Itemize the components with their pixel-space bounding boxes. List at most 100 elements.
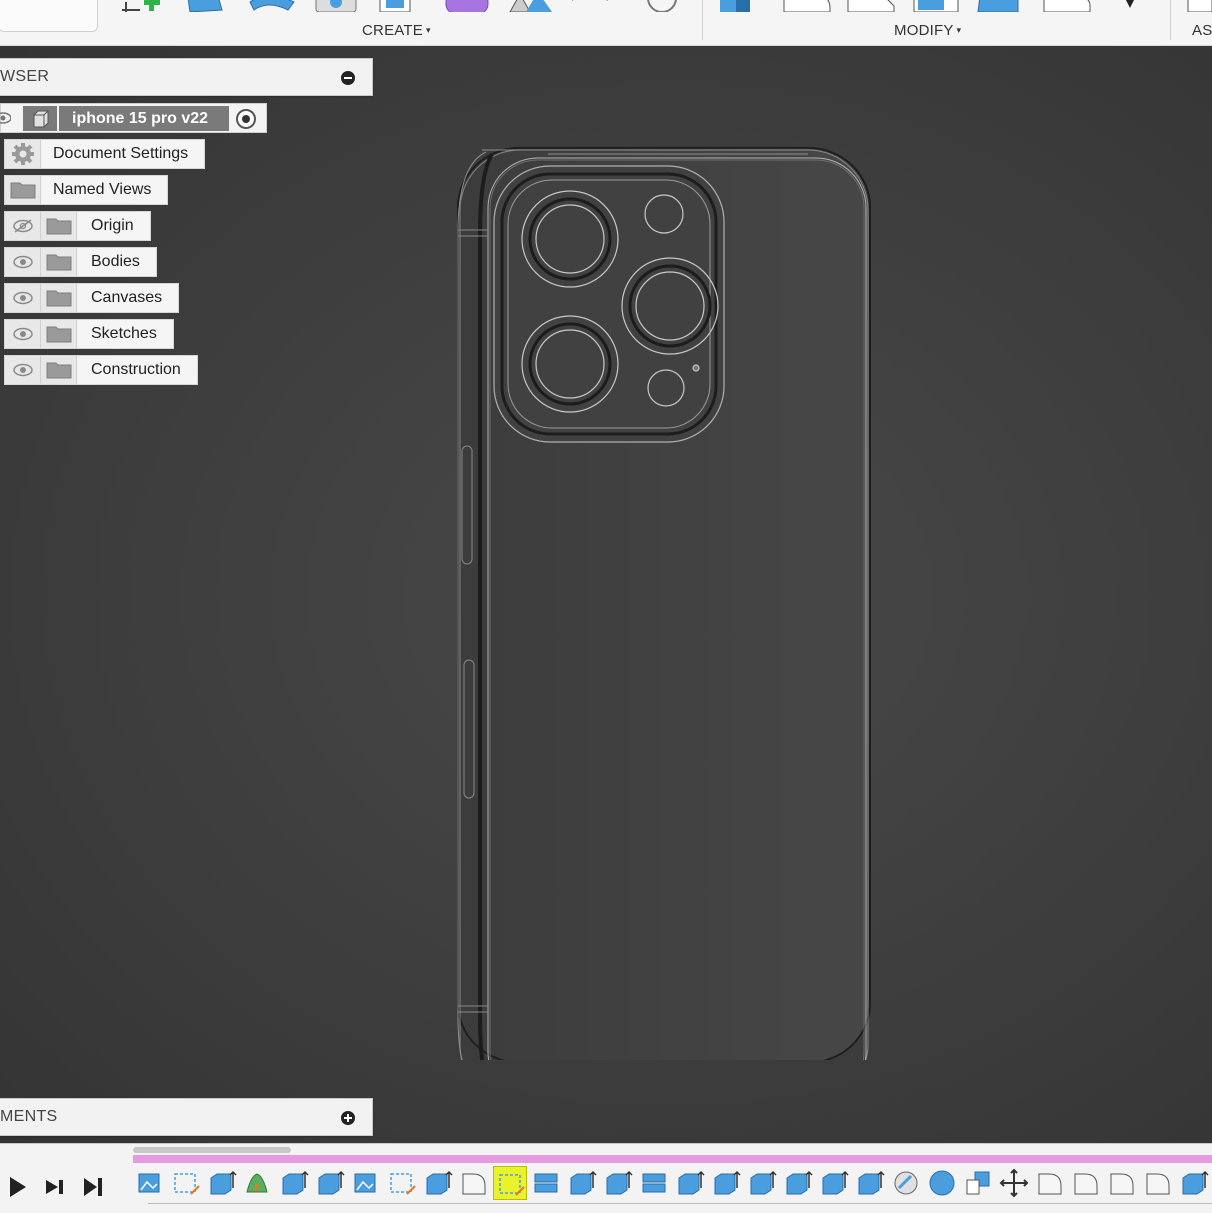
timeline-fillet-icon[interactable] [1105, 1166, 1139, 1200]
folder-icon [41, 284, 77, 312]
timeline-shell-icon[interactable] [889, 1166, 923, 1200]
timeline-extrude-icon[interactable] [817, 1166, 851, 1200]
assemble-menu[interactable]: AS [1192, 22, 1212, 39]
timeline-extrude-icon[interactable] [745, 1166, 779, 1200]
timeline-scale-icon[interactable] [961, 1166, 995, 1200]
toolbar-separator [1170, 0, 1171, 40]
play-icon[interactable] [8, 1176, 28, 1198]
form-icon[interactable] [445, 0, 489, 12]
thread-icon[interactable] [647, 0, 677, 12]
eye-icon[interactable] [5, 320, 41, 348]
timeline-extrude-icon[interactable] [313, 1166, 347, 1200]
skip-to-end-icon[interactable] [82, 1176, 104, 1198]
browser-item-construction[interactable]: Construction [4, 355, 198, 385]
eye-icon[interactable] [5, 356, 41, 384]
revolve-icon[interactable] [249, 0, 295, 11]
browser-item-document-settings[interactable]: Document Settings [4, 139, 206, 169]
draft-icon[interactable] [977, 0, 1019, 12]
browser-item-label: Document Settings [53, 145, 189, 162]
shell-icon[interactable] [913, 0, 959, 12]
viewport[interactable] [0, 47, 1212, 1143]
modify-menu[interactable]: MODIFY ▾ [894, 22, 961, 39]
browser-item-sketches[interactable]: Sketches [4, 319, 174, 349]
folder-icon [5, 176, 41, 204]
timeline-canvas-icon[interactable] [349, 1166, 383, 1200]
timeline-extrude-icon[interactable] [853, 1166, 887, 1200]
new-sketch-icon[interactable] [122, 0, 160, 12]
toolbar-workspace-box[interactable] [0, 0, 98, 32]
timeline-split-icon[interactable] [637, 1166, 671, 1200]
browser-root-row[interactable]: iphone 15 pro v22 [0, 103, 267, 133]
timeline-extrude-icon[interactable] [205, 1166, 239, 1200]
timeline-features [133, 1166, 1212, 1202]
timeline-sketch-icon[interactable] [385, 1166, 419, 1200]
timeline-extrude-icon[interactable] [709, 1166, 743, 1200]
chamfer-icon[interactable] [847, 0, 895, 12]
create-tools-strip[interactable] [118, 0, 698, 12]
browser-item-bodies[interactable]: Bodies [4, 247, 157, 277]
pattern-icon[interactable] [509, 0, 552, 12]
iphone-model-wireframe[interactable] [452, 144, 876, 1060]
browser-item-origin[interactable]: Origin [4, 211, 151, 241]
timeline-fillet-icon[interactable] [1033, 1166, 1067, 1200]
browser-title: WSER [0, 68, 50, 85]
eye-icon[interactable] [5, 248, 41, 276]
modify-tools-strip[interactable] [718, 0, 1158, 12]
timeline-fillet-icon[interactable] [1141, 1166, 1175, 1200]
timeline-extrude-icon[interactable] [781, 1166, 815, 1200]
more-modify-icon[interactable] [1124, 0, 1136, 8]
add-comment-icon[interactable] [341, 1111, 355, 1125]
timeline-scrollbar[interactable] [133, 1147, 291, 1153]
folder-icon [41, 320, 77, 348]
timeline-fillet-icon[interactable] [1069, 1166, 1103, 1200]
gear-icon [5, 140, 41, 168]
browser-item-label: Canvases [91, 289, 163, 306]
timeline-canvas-icon[interactable] [133, 1166, 167, 1200]
press-pull-icon[interactable] [720, 0, 750, 12]
timeline [0, 1143, 1212, 1213]
folder-icon [41, 212, 77, 240]
eye-hidden-icon[interactable] [5, 212, 41, 240]
folder-icon [41, 248, 77, 276]
folder-icon [41, 356, 77, 384]
timeline-extrude-icon[interactable] [421, 1166, 455, 1200]
timeline-split-icon[interactable] [529, 1166, 563, 1200]
browser-item-canvases[interactable]: Canvases [4, 283, 180, 313]
scale-icon[interactable] [1043, 0, 1091, 12]
timeline-extrude-icon[interactable] [277, 1166, 311, 1200]
comments-title: MENTS [0, 1108, 58, 1125]
sweep-icon[interactable] [315, 0, 357, 12]
browser-item-named-views[interactable]: Named Views [4, 175, 169, 205]
browser-item-label: Origin [91, 217, 134, 234]
timeline-sketch-icon[interactable] [169, 1166, 203, 1200]
browser-header[interactable]: WSER [0, 58, 373, 96]
timeline-extrude-icon[interactable] [673, 1166, 707, 1200]
step-forward-icon[interactable] [44, 1176, 66, 1198]
toolbar-separator [702, 0, 703, 40]
assemble-tools-strip[interactable] [1186, 0, 1212, 12]
eye-icon[interactable] [0, 111, 11, 125]
create-menu[interactable]: CREATE ▾ [362, 22, 431, 39]
timeline-extrude-icon[interactable] [565, 1166, 599, 1200]
loft-icon[interactable] [379, 0, 411, 12]
timeline-extrude-icon[interactable] [1177, 1166, 1211, 1200]
component-icon [23, 106, 57, 131]
timeline-sphere-icon[interactable] [925, 1166, 959, 1200]
collapse-icon[interactable] [341, 71, 355, 85]
root-component-name: iphone 15 pro v22 [59, 106, 229, 131]
fillet-icon[interactable] [783, 0, 831, 12]
eye-icon[interactable] [5, 284, 41, 312]
activate-radio-icon[interactable] [236, 109, 256, 129]
timeline-move-icon[interactable] [997, 1166, 1031, 1200]
timeline-marker-bar [133, 1155, 1212, 1163]
timeline-loft-icon[interactable] [241, 1166, 275, 1200]
browser-item-label: Sketches [91, 325, 157, 342]
timeline-sketch-icon[interactable] [493, 1166, 527, 1200]
timeline-fillet-icon[interactable] [457, 1166, 491, 1200]
comments-header[interactable]: MENTS [0, 1098, 373, 1136]
extrude-icon[interactable] [187, 0, 223, 12]
browser-item-label: Named Views [53, 181, 152, 198]
browser-item-label: Bodies [91, 253, 140, 270]
new-component-icon[interactable] [1187, 0, 1212, 12]
timeline-extrude-icon[interactable] [601, 1166, 635, 1200]
